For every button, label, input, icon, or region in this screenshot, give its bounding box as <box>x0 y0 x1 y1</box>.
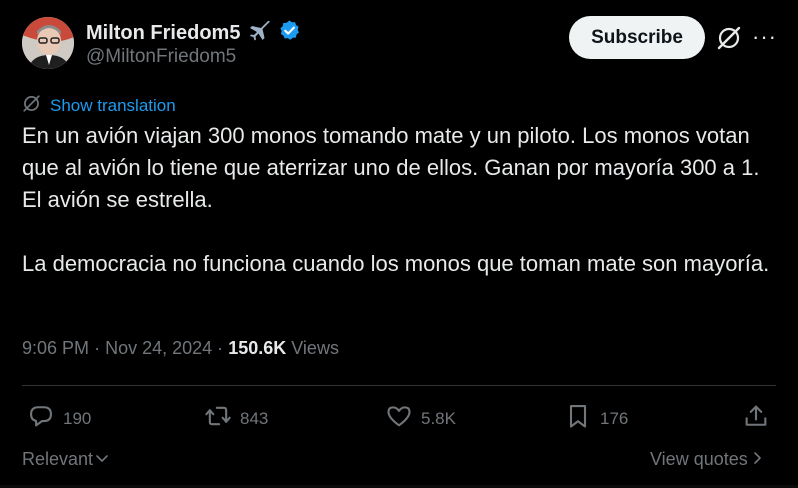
show-translation-link[interactable]: Show translation <box>22 94 176 118</box>
repost-count: 843 <box>240 408 269 428</box>
tweet-time[interactable]: 9:06 PM <box>22 338 89 358</box>
chevron-right-icon <box>750 449 764 470</box>
subscribe-button[interactable]: Subscribe <box>569 16 705 59</box>
relevant-sort-button[interactable]: Relevant <box>22 449 109 470</box>
meta-separator: · <box>94 338 101 358</box>
avatar[interactable] <box>22 17 74 69</box>
translate-icon <box>22 94 41 118</box>
share-button[interactable] <box>742 402 770 435</box>
views-count[interactable]: 150.6K <box>228 338 286 358</box>
more-options-icon[interactable]: ··· <box>752 22 778 52</box>
tweet-paragraph: La democracia no funciona cuando los mon… <box>22 251 770 276</box>
display-name[interactable]: Milton Friedom5 <box>86 22 240 45</box>
tweet-date[interactable]: Nov 24, 2024 <box>105 338 212 358</box>
bookmark-icon <box>564 402 592 435</box>
relevant-label: Relevant <box>22 449 94 469</box>
like-button[interactable]: 5.8K <box>385 402 456 435</box>
meta-separator: · <box>217 338 224 358</box>
grok-icon[interactable] <box>716 25 742 51</box>
airplane-icon <box>246 18 272 48</box>
share-icon <box>742 402 770 435</box>
author-handle[interactable]: @MiltonFriedom5 <box>86 46 236 68</box>
reply-icon <box>27 402 55 435</box>
tweet-paragraph: En un avión viajan 300 monos tomando mat… <box>22 123 760 212</box>
tweet-meta: 9:06 PM · Nov 24, 2024 · 150.6K Views <box>22 338 339 359</box>
bookmark-button[interactable]: 176 <box>564 402 628 435</box>
view-quotes-link[interactable]: View quotes <box>650 449 764 470</box>
reply-button[interactable]: 190 <box>27 402 91 435</box>
reply-count: 190 <box>63 408 92 428</box>
like-count: 5.8K <box>421 408 456 428</box>
heart-icon <box>385 402 413 435</box>
chevron-down-icon <box>95 449 109 470</box>
view-quotes-label: View quotes <box>650 449 748 469</box>
repost-button[interactable]: 843 <box>204 402 268 435</box>
bookmark-count: 176 <box>600 408 629 428</box>
author-name-row[interactable]: Milton Friedom5 <box>86 18 301 48</box>
verified-badge-icon[interactable] <box>278 19 301 48</box>
views-label: Views <box>291 338 339 358</box>
divider <box>22 385 776 386</box>
tweet-text: En un avión viajan 300 monos tomando mat… <box>22 120 782 280</box>
show-translation-label[interactable]: Show translation <box>50 96 176 116</box>
repost-icon <box>204 402 232 435</box>
